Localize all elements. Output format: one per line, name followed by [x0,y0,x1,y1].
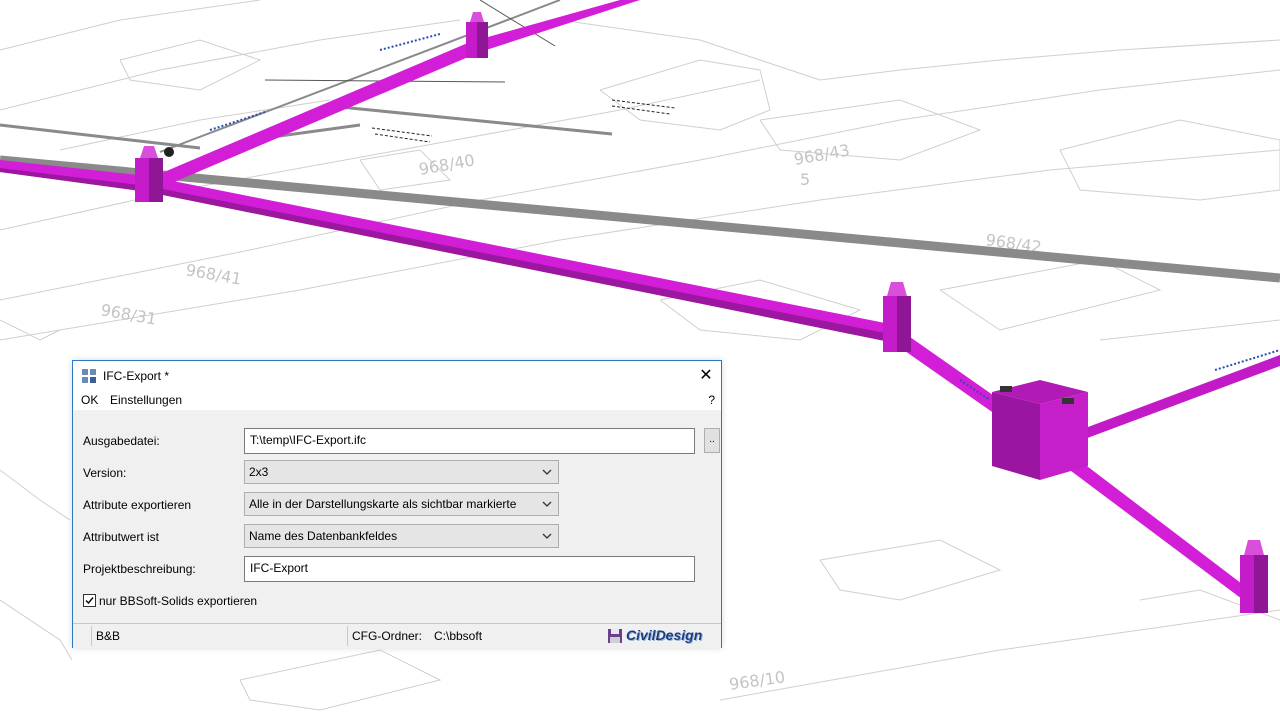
annotations-dark [371,99,676,143]
version-select-value: 2x3 [249,465,269,479]
parcel-label: 968/40 [417,150,476,178]
app-grid-icon [82,369,96,383]
attribute-value-select-value: Name des Datenbankfeldes [249,529,398,543]
attribute-value-label: Attributwert ist [83,530,160,544]
ifc-export-dialog: IFC-Export * ✕ OK Einstellungen ? Ausgab… [72,360,722,648]
parcel-label: 5 [800,170,810,189]
checkmark-icon [85,597,94,605]
export-attributes-select-value: Alle in der Darstellungskarte als sichtb… [249,497,517,511]
close-icon: ✕ [699,367,713,384]
menu-item-settings[interactable]: Einstellungen [110,393,182,407]
status-separator [347,626,348,646]
status-cfg-value: C:\bbsoft [434,629,483,643]
menu-bar: OK Einstellungen ? [73,391,721,410]
attribute-value-select[interactable]: Name des Datenbankfeldes [244,524,559,548]
manhole [883,282,911,352]
parcel-label: 968/31 [99,300,158,328]
manhole [1240,540,1268,613]
export-attributes-select[interactable]: Alle in der Darstellungskarte als sichtb… [244,492,559,516]
parcel-label: 968/41 [184,260,243,288]
brand-logo-text: CivilDesign [626,627,703,643]
output-file-input[interactable]: T:\temp\IFC-Export.ifc [244,428,695,454]
manhole [466,12,488,58]
chevron-down-icon [542,501,552,507]
shaft-structure [992,380,1088,480]
chevron-down-icon [542,469,552,475]
chevron-down-icon [542,533,552,539]
project-description-label: Projektbeschreibung: [83,562,196,576]
dialog-titlebar[interactable]: IFC-Export * ✕ [73,361,721,391]
manhole [135,146,163,202]
status-bar: B&B CFG-Ordner: C:\bbsoft CivilDesign [73,623,721,648]
output-file-label: Ausgabedatei: [83,434,160,448]
project-description-input[interactable]: IFC-Export [244,556,695,582]
version-select[interactable]: 2x3 [244,460,559,484]
solids-only-checkbox[interactable] [83,594,96,607]
browse-button[interactable]: .. [704,428,720,453]
civildesign-logo: CivilDesign [605,626,721,646]
close-button[interactable]: ✕ [691,361,721,391]
menu-item-help[interactable]: ? [708,393,715,407]
menu-item-ok[interactable]: OK [81,393,98,407]
dialog-title: IFC-Export * [103,369,170,383]
status-separator [91,626,92,646]
version-label: Version: [83,466,127,480]
solids-only-label: nur BBSoft-Solids exportieren [99,594,258,608]
status-cfg-label: CFG-Ordner: [352,629,423,643]
export-attributes-label: Attribute exportieren [83,498,192,512]
parcel-label: 968/43 [792,140,851,168]
status-user: B&B [96,629,121,643]
floppy-disk-icon [608,629,622,643]
